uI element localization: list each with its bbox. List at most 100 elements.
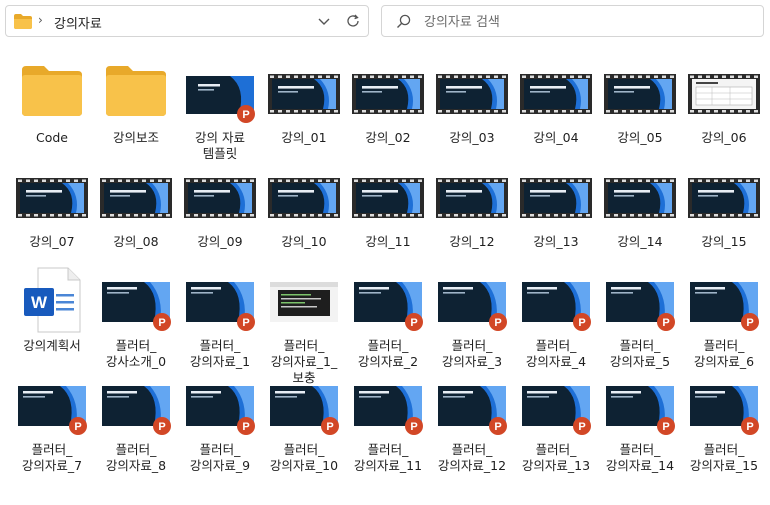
file-item[interactable]: 강의_01 bbox=[262, 54, 346, 158]
file-thumbnail[interactable] bbox=[352, 160, 424, 232]
file-item[interactable]: P 강의 자료 템플릿 bbox=[178, 54, 262, 161]
file-thumbnail[interactable]: P bbox=[688, 368, 760, 440]
file-name: 강의_06 bbox=[701, 130, 747, 145]
file-thumbnail[interactable]: P bbox=[100, 264, 172, 336]
file-item[interactable]: 강의_12 bbox=[430, 158, 514, 262]
svg-text:P: P bbox=[746, 317, 753, 329]
file-name: 강의_03 bbox=[449, 130, 495, 145]
file-thumbnail[interactable] bbox=[16, 160, 88, 232]
file-item[interactable]: 플러터_강의자료_1_보충 bbox=[262, 262, 346, 385]
file-thumbnail[interactable]: P bbox=[100, 368, 172, 440]
file-thumbnail[interactable]: P bbox=[184, 264, 256, 336]
file-thumbnail[interactable] bbox=[100, 160, 172, 232]
video-thumbnail-icon bbox=[520, 74, 592, 114]
file-item[interactable]: P 플러터_강의자료_12 bbox=[430, 366, 514, 473]
file-item[interactable]: 강의_07 bbox=[10, 158, 94, 262]
file-thumbnail[interactable]: P bbox=[436, 368, 508, 440]
file-item[interactable]: 강의_02 bbox=[346, 54, 430, 158]
file-item[interactable]: Code bbox=[10, 54, 94, 158]
file-thumbnail[interactable] bbox=[100, 56, 172, 128]
file-thumbnail[interactable] bbox=[352, 56, 424, 128]
chevron-down-icon[interactable] bbox=[318, 16, 330, 26]
video-thumbnail-icon bbox=[688, 74, 760, 114]
file-item[interactable]: P 플러터_강의자료_10 bbox=[262, 366, 346, 473]
file-name: 플러터_강의자료_9 bbox=[189, 442, 251, 473]
file-thumbnail[interactable] bbox=[688, 160, 760, 232]
file-item[interactable]: P 플러터_강의자료_15 bbox=[682, 366, 766, 473]
file-thumbnail[interactable]: P bbox=[184, 368, 256, 440]
file-item[interactable]: 강의_05 bbox=[598, 54, 682, 158]
folder-icon bbox=[22, 66, 82, 116]
file-item[interactable]: 강의_04 bbox=[514, 54, 598, 158]
file-thumbnail[interactable]: P bbox=[352, 264, 424, 336]
svg-text:P: P bbox=[326, 421, 333, 433]
folder-icon bbox=[106, 66, 166, 116]
file-thumbnail[interactable] bbox=[268, 56, 340, 128]
file-item[interactable]: 강의_14 bbox=[598, 158, 682, 262]
file-item[interactable]: 강의_13 bbox=[514, 158, 598, 262]
file-thumbnail[interactable] bbox=[436, 56, 508, 128]
file-thumbnail[interactable]: P bbox=[520, 264, 592, 336]
search-input[interactable] bbox=[422, 12, 746, 32]
file-item[interactable]: P 플러터_강의자료_1 bbox=[178, 262, 262, 369]
svg-text:P: P bbox=[662, 421, 669, 433]
file-thumbnail[interactable] bbox=[688, 56, 760, 128]
chevron-right-icon[interactable]: › bbox=[38, 13, 43, 27]
file-thumbnail[interactable]: W bbox=[16, 264, 88, 336]
file-thumbnail[interactable] bbox=[436, 160, 508, 232]
file-thumbnail[interactable]: P bbox=[688, 264, 760, 336]
file-item[interactable]: P 플러터_강의자료_3 bbox=[430, 262, 514, 369]
file-item[interactable]: 강의_11 bbox=[346, 158, 430, 262]
file-item[interactable]: P 플러터_강의자료_14 bbox=[598, 366, 682, 473]
video-thumbnail-icon bbox=[16, 178, 88, 218]
file-thumbnail[interactable]: P bbox=[604, 368, 676, 440]
file-thumbnail[interactable] bbox=[604, 160, 676, 232]
file-item[interactable]: 강의_06 bbox=[682, 54, 766, 158]
file-name: 강의_14 bbox=[617, 234, 663, 249]
file-thumbnail[interactable] bbox=[520, 56, 592, 128]
video-thumbnail-icon bbox=[436, 178, 508, 218]
svg-text:P: P bbox=[158, 421, 165, 433]
search-box[interactable] bbox=[381, 5, 764, 37]
file-thumbnail[interactable]: P bbox=[352, 368, 424, 440]
file-name: 강의_05 bbox=[617, 130, 663, 145]
file-item[interactable]: P 플러터_강의자료_2 bbox=[346, 262, 430, 369]
address-bar[interactable]: › 강의자료 bbox=[5, 5, 369, 37]
powerpoint-thumbnail-icon: P bbox=[606, 386, 675, 435]
file-item[interactable]: P 플러터_강의자료_5 bbox=[598, 262, 682, 369]
file-item[interactable]: 강의_09 bbox=[178, 158, 262, 262]
file-thumbnail[interactable]: P bbox=[16, 368, 88, 440]
file-thumbnail[interactable]: P bbox=[604, 264, 676, 336]
file-item[interactable]: 강의_10 bbox=[262, 158, 346, 262]
file-item[interactable]: 강의보조 bbox=[94, 54, 178, 158]
file-thumbnail[interactable]: P bbox=[184, 56, 256, 128]
file-thumbnail[interactable] bbox=[268, 160, 340, 232]
file-item[interactable]: 강의_15 bbox=[682, 158, 766, 262]
file-item[interactable]: P 플러터_강의자료_13 bbox=[514, 366, 598, 473]
file-thumbnail[interactable]: P bbox=[520, 368, 592, 440]
svg-text:P: P bbox=[578, 317, 585, 329]
file-thumbnail[interactable] bbox=[520, 160, 592, 232]
file-item[interactable]: P 플러터_강의자료_4 bbox=[514, 262, 598, 369]
file-item[interactable]: 강의_08 bbox=[94, 158, 178, 262]
file-item[interactable]: P 플러터_강의자료_11 bbox=[346, 366, 430, 473]
file-item[interactable]: 강의_03 bbox=[430, 54, 514, 158]
file-name: 플러터_강의자료_13 bbox=[521, 442, 591, 473]
file-item[interactable]: W 강의계획서 bbox=[10, 262, 94, 366]
file-item[interactable]: P 플러터_강사소개_0 bbox=[94, 262, 178, 369]
file-thumbnail[interactable] bbox=[16, 56, 88, 128]
video-thumbnail-icon bbox=[520, 178, 592, 218]
svg-text:P: P bbox=[74, 421, 81, 433]
file-thumbnail[interactable] bbox=[604, 56, 676, 128]
file-thumbnail[interactable]: P bbox=[436, 264, 508, 336]
file-item[interactable]: P 플러터_강의자료_9 bbox=[178, 366, 262, 473]
file-thumbnail[interactable]: P bbox=[268, 368, 340, 440]
file-thumbnail[interactable] bbox=[268, 264, 340, 336]
file-item[interactable]: P 플러터_강의자료_7 bbox=[10, 366, 94, 473]
file-item[interactable]: P 플러터_강의자료_6 bbox=[682, 262, 766, 369]
breadcrumb-current[interactable]: 강의자료 bbox=[54, 13, 102, 32]
video-thumbnail-icon bbox=[352, 178, 424, 218]
refresh-icon[interactable] bbox=[346, 14, 360, 28]
file-item[interactable]: P 플러터_강의자료_8 bbox=[94, 366, 178, 473]
file-thumbnail[interactable] bbox=[184, 160, 256, 232]
